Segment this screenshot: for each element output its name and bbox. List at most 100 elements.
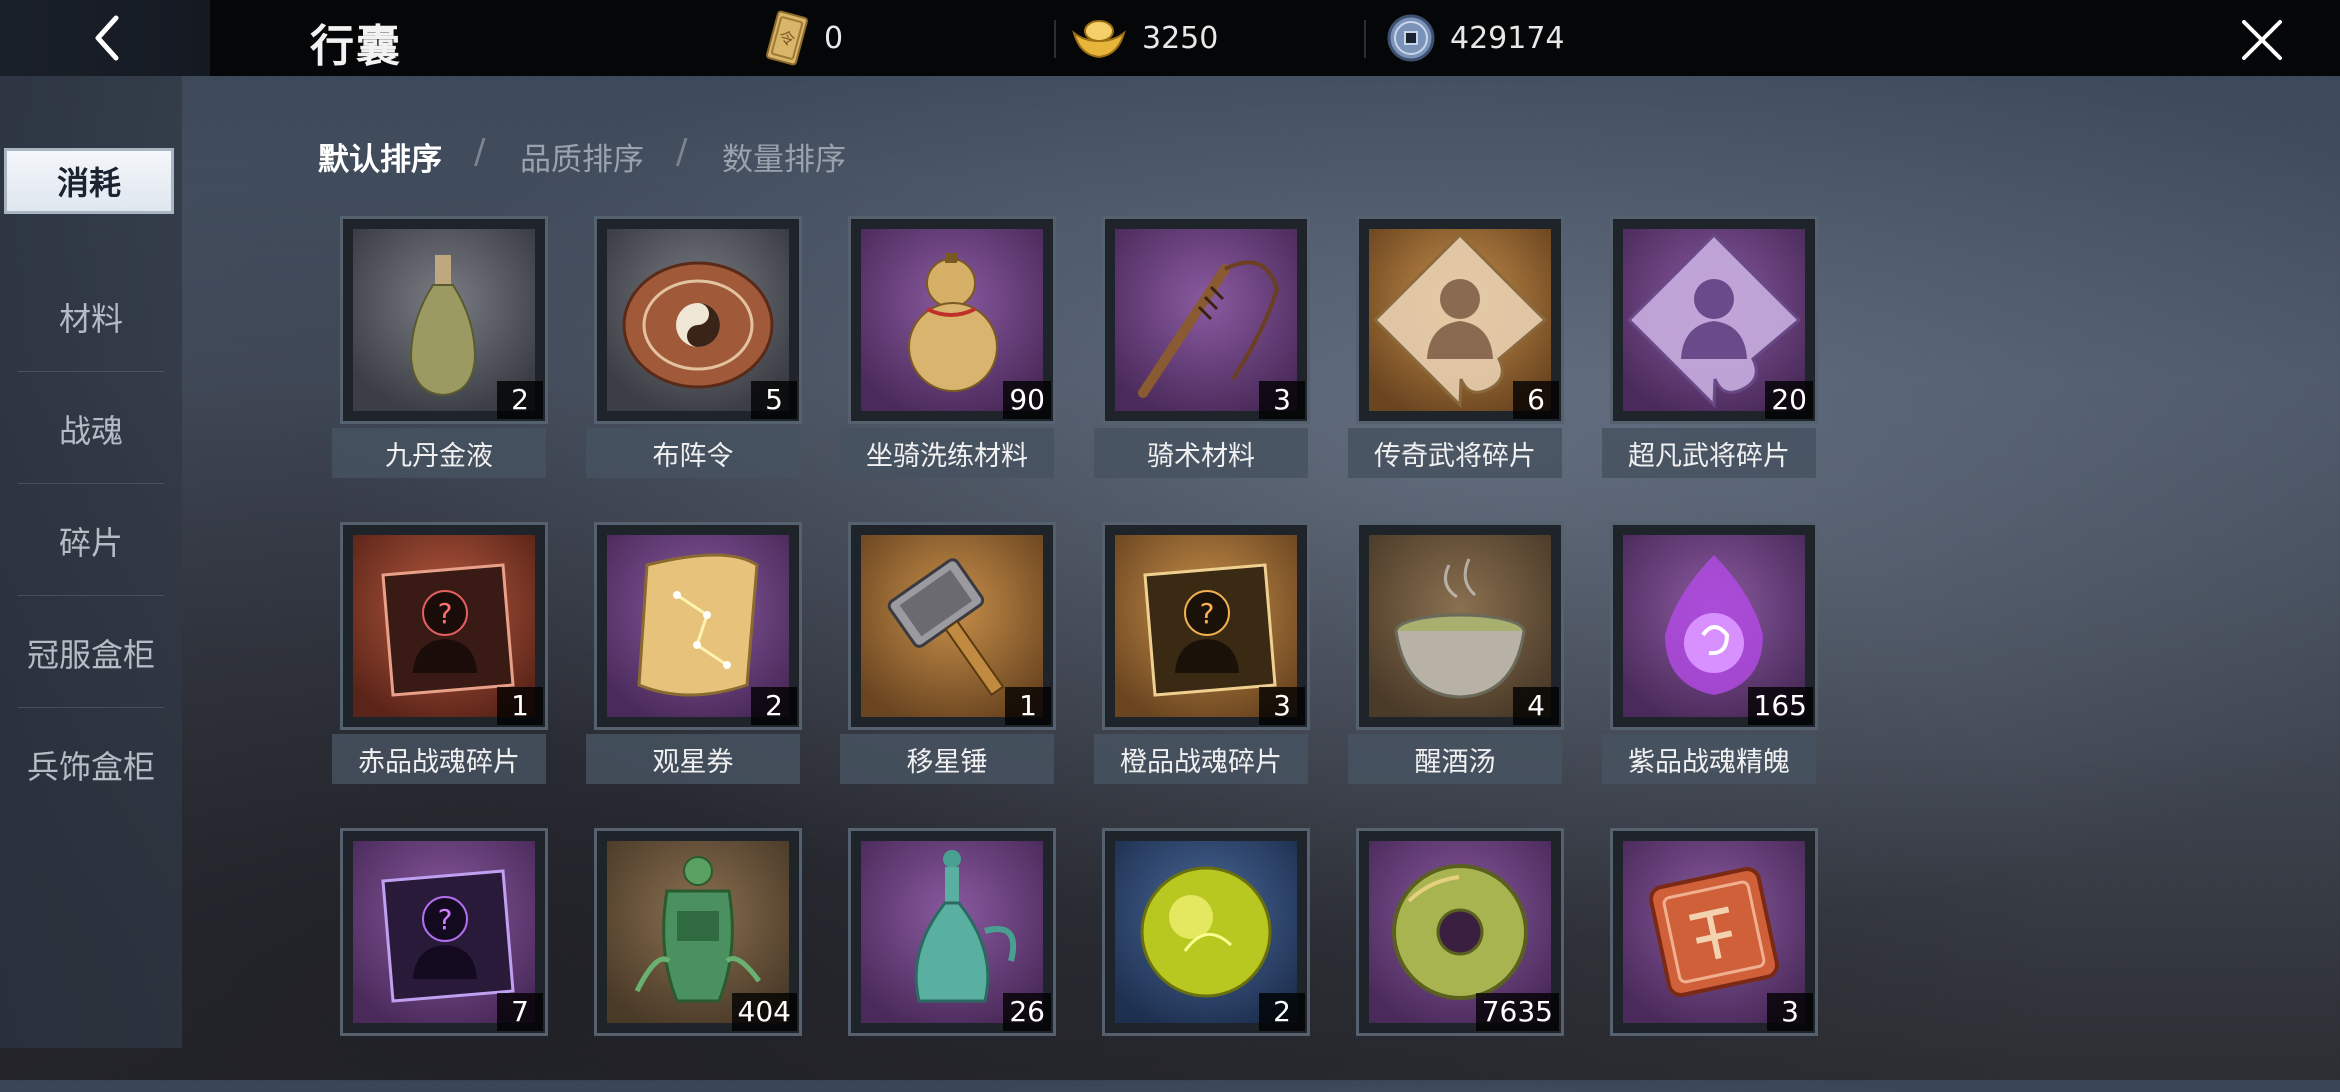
tab-label: 碎片 [58,524,123,562]
currency-gold: 3250 [1070,0,1218,76]
item-name: 坐骑洗练材料 [840,428,1054,478]
item-count: 3 [1259,381,1305,419]
item-count: 3 [1259,687,1305,725]
item-count: 3 [1767,993,1813,1031]
item-frame: 2 [1102,828,1310,1036]
item-count: 5 [751,381,797,419]
tab-war-souls[interactable]: 战魂 [0,374,182,484]
item-frame: 404 [594,828,802,1036]
item-frame: 20 [1610,216,1818,424]
sort-quality[interactable]: 品质排序 [520,134,644,179]
item-name: 传奇武将碎片 [1348,428,1562,478]
item-card[interactable]: 3 骑术材料 [1094,216,1310,480]
tab-label: 材料 [58,300,123,338]
item-frame: 4 [1356,522,1564,730]
tab-costume-cabinet[interactable]: 冠服盒柜 [0,598,182,708]
item-card[interactable]: 7635 [1348,828,1564,1092]
item-count: 1 [1005,687,1051,725]
item-frame: 5 [594,216,802,424]
divider [18,483,164,484]
item-card[interactable]: 6 传奇武将碎片 [1348,216,1564,480]
item-card[interactable]: 404 [586,828,802,1092]
item-frame: 7635 [1356,828,1564,1036]
item-count: 7 [497,993,543,1031]
sort-separator: / [474,132,486,172]
copper-value: 429174 [1450,20,1565,56]
category-sidebar: 消耗 材料 战魂 碎片 冠服盒柜 兵饰盒柜 [0,76,182,1048]
item-count: 7635 [1475,993,1559,1031]
svg-text:?: ? [438,597,453,630]
item-frame: 1 [848,522,1056,730]
item-card[interactable]: 26 [840,828,1056,1092]
item-name: 赤品战魂碎片 [332,734,546,784]
item-name: 九丹金液 [332,428,546,478]
item-card[interactable]: 20 超凡武将碎片 [1602,216,1818,480]
currency-copper: 429174 [1386,0,1565,76]
item-name: 移星锤 [840,734,1054,784]
item-frame: 26 [848,828,1056,1036]
tab-label: 兵饰盒柜 [26,748,155,786]
token-icon: 令 [765,10,809,66]
item-frame: 3 [1610,828,1818,1036]
item-name: 橙品战魂碎片 [1094,734,1308,784]
item-card[interactable]: 2 观星券 [586,522,802,786]
top-bar: 行囊 令 0 3250 429174 [0,0,2340,76]
tab-weapon-cabinet[interactable]: 兵饰盒柜 [0,710,182,820]
item-name: 布阵令 [586,428,800,478]
back-button[interactable] [0,0,210,76]
item-count: 165 [1747,687,1813,725]
chevron-left-icon [95,15,119,61]
item-card[interactable]: ? 1 赤品战魂碎片 [332,522,548,786]
tab-label: 冠服盒柜 [26,636,155,674]
item-card[interactable]: ? 3 橙品战魂碎片 [1094,522,1310,786]
gold-ingot-icon [1072,20,1126,59]
item-frame: ? 1 [340,522,548,730]
currency-token: 令 0 [764,0,843,76]
item-card[interactable]: 3 [1602,828,1818,1092]
sort-default[interactable]: 默认排序 [318,134,442,179]
item-frame: 165 [1610,522,1818,730]
divider [18,595,164,596]
item-count: 26 [1003,993,1051,1031]
divider [18,371,164,372]
item-frame: ? 7 [340,828,548,1036]
sort-quantity[interactable]: 数量排序 [722,134,846,179]
item-name: 醒酒汤 [1348,734,1562,784]
item-count: 20 [1765,381,1813,419]
item-card[interactable]: 2 九丹金液 [332,216,548,480]
item-count: 2 [751,687,797,725]
item-count: 6 [1513,381,1559,419]
item-card[interactable]: 90 坐骑洗练材料 [840,216,1056,480]
gold-value: 3250 [1142,20,1219,56]
item-card[interactable]: 4 醒酒汤 [1348,522,1564,786]
item-count: 90 [1003,381,1051,419]
tab-label: 战魂 [58,412,123,450]
item-card[interactable]: 5 布阵令 [586,216,802,480]
copper-coin-icon [1387,14,1435,62]
tab-materials[interactable]: 材料 [0,262,182,372]
divider [18,707,164,708]
svg-text:?: ? [1200,597,1215,630]
item-name: 骑术材料 [1094,428,1308,478]
svg-text:?: ? [438,903,453,936]
item-name: 观星券 [586,734,800,784]
tab-consumables[interactable]: 消耗 [4,148,174,214]
page-title: 行囊 [310,21,402,72]
item-card[interactable]: 2 [1094,828,1310,1092]
token-value: 0 [824,20,844,56]
item-count: 1 [497,687,543,725]
item-frame: 2 [594,522,802,730]
sort-separator: / [676,132,688,172]
item-card[interactable]: ? 7 [332,828,548,1092]
item-count: 2 [497,381,543,419]
item-frame: 90 [848,216,1056,424]
item-card[interactable]: 165 紫品战魂精魄 [1602,522,1818,786]
divider [1364,20,1366,58]
close-icon[interactable] [2238,16,2286,64]
item-count: 4 [1513,687,1559,725]
item-name: 紫品战魂精魄 [1602,734,1816,784]
item-card[interactable]: 1 移星锤 [840,522,1056,786]
tab-fragments[interactable]: 碎片 [0,486,182,596]
item-frame: 2 [340,216,548,424]
tab-label: 消耗 [56,164,121,202]
